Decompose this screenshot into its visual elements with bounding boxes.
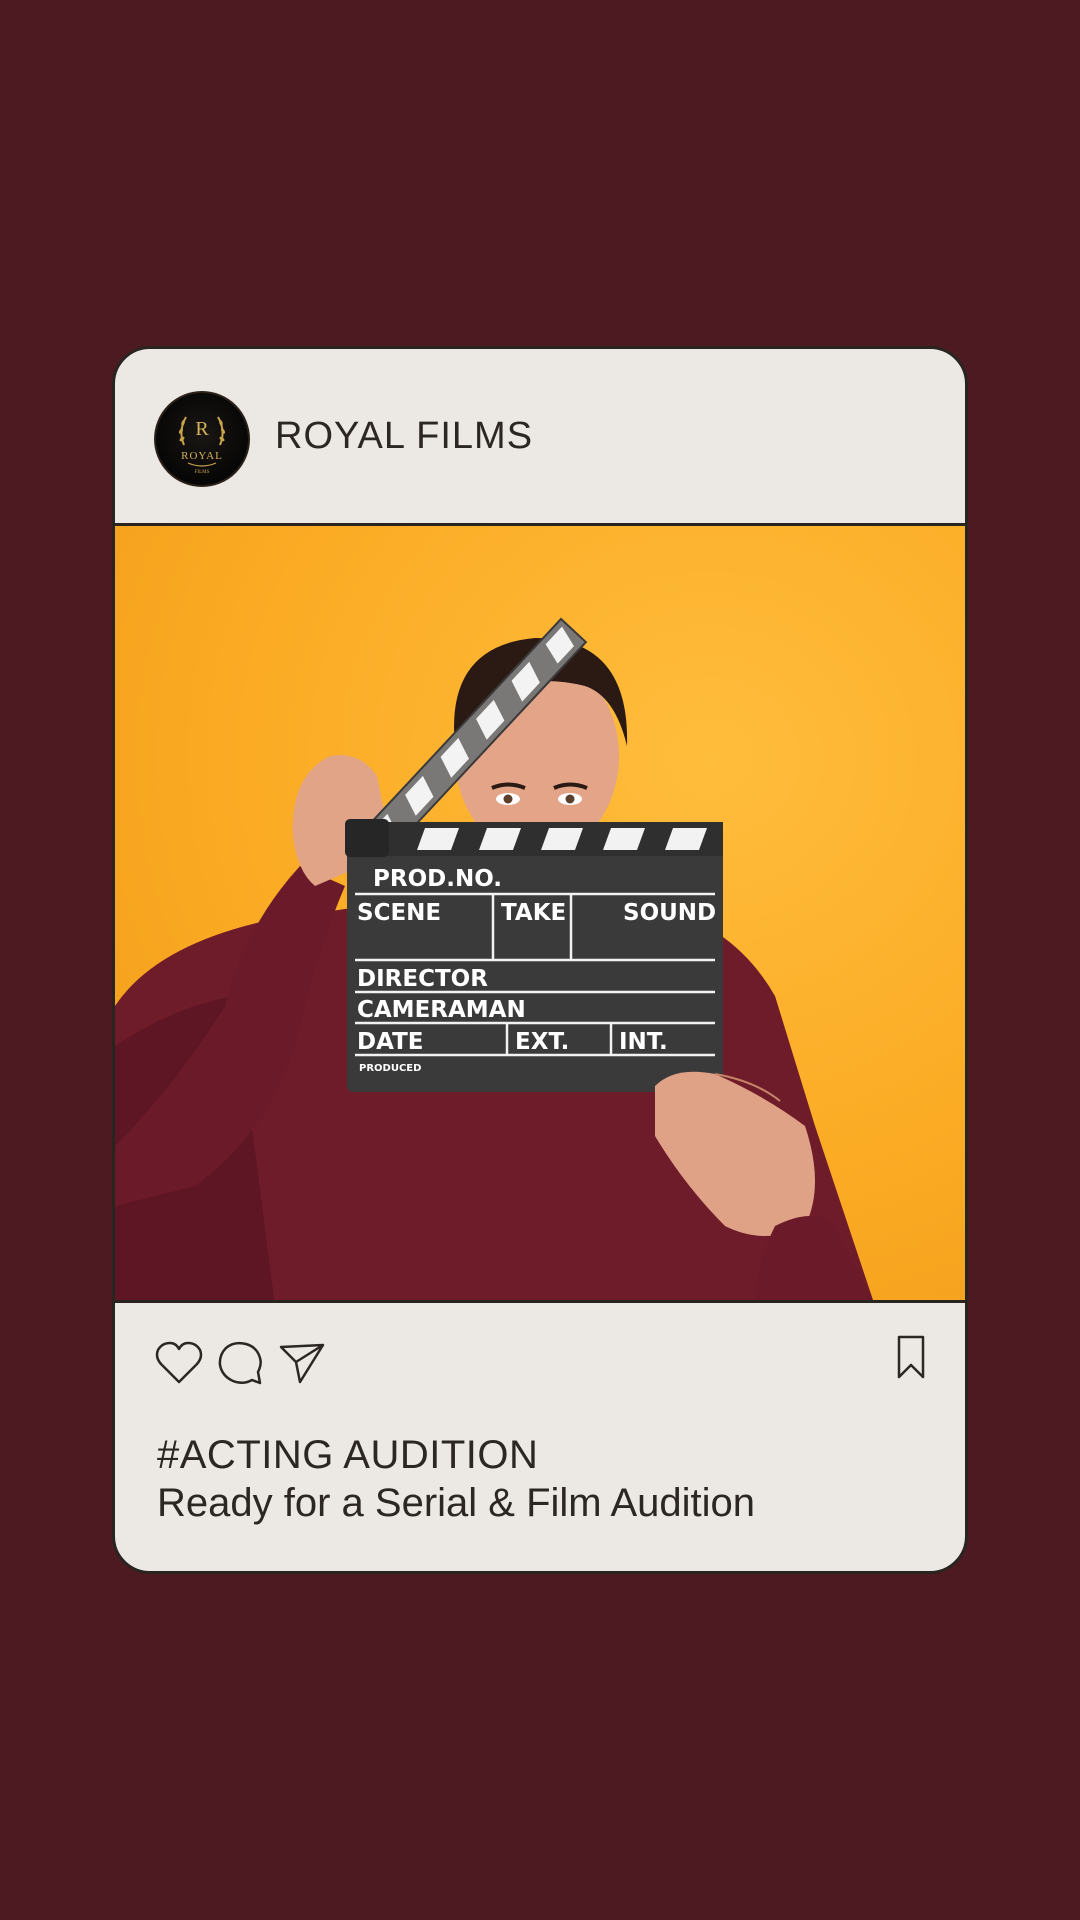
post-card: R ROYAL FILMS ROYAL FILMS PROD.NO. SCENE… xyxy=(112,346,968,1574)
caption-hashtag[interactable]: #ACTING AUDITION xyxy=(157,1431,755,1479)
logo-sub: FILMS xyxy=(195,470,210,475)
post-image[interactable]: PROD.NO. SCENE TAKE SOUND DIRECTOR CAMER… xyxy=(115,523,965,1303)
clap-take: TAKE xyxy=(501,900,566,926)
clap-prod-no: PROD.NO. xyxy=(373,866,502,892)
send-icon[interactable] xyxy=(278,1341,326,1385)
comment-icon[interactable] xyxy=(217,1341,263,1385)
clap-ext: EXT. xyxy=(515,1029,569,1055)
clap-int: INT. xyxy=(619,1029,668,1055)
account-name[interactable]: ROYAL FILMS xyxy=(275,415,533,458)
post-caption: #ACTING AUDITION Ready for a Serial & Fi… xyxy=(157,1431,755,1527)
post-actions xyxy=(115,1303,965,1413)
post-header: R ROYAL FILMS ROYAL FILMS xyxy=(115,349,965,523)
clap-cameraman: CAMERAMAN xyxy=(357,997,526,1023)
logo-word: ROYAL xyxy=(181,450,223,462)
royal-logo: R ROYAL FILMS xyxy=(178,416,226,475)
account-avatar[interactable]: R ROYAL FILMS xyxy=(154,391,250,487)
clap-scene: SCENE xyxy=(357,900,441,926)
clap-produced: PRODUCED xyxy=(359,1063,421,1074)
actor-clapperboard-illustration: PROD.NO. SCENE TAKE SOUND DIRECTOR CAMER… xyxy=(115,617,873,1300)
logo-initial: R xyxy=(195,418,209,440)
clap-director: DIRECTOR xyxy=(357,966,488,992)
bookmark-icon[interactable] xyxy=(896,1334,926,1380)
caption-text: Ready for a Serial & Film Audition xyxy=(157,1481,756,1525)
clap-date: DATE xyxy=(357,1029,424,1055)
heart-icon[interactable] xyxy=(155,1341,203,1385)
clap-sound: SOUND xyxy=(623,900,716,926)
